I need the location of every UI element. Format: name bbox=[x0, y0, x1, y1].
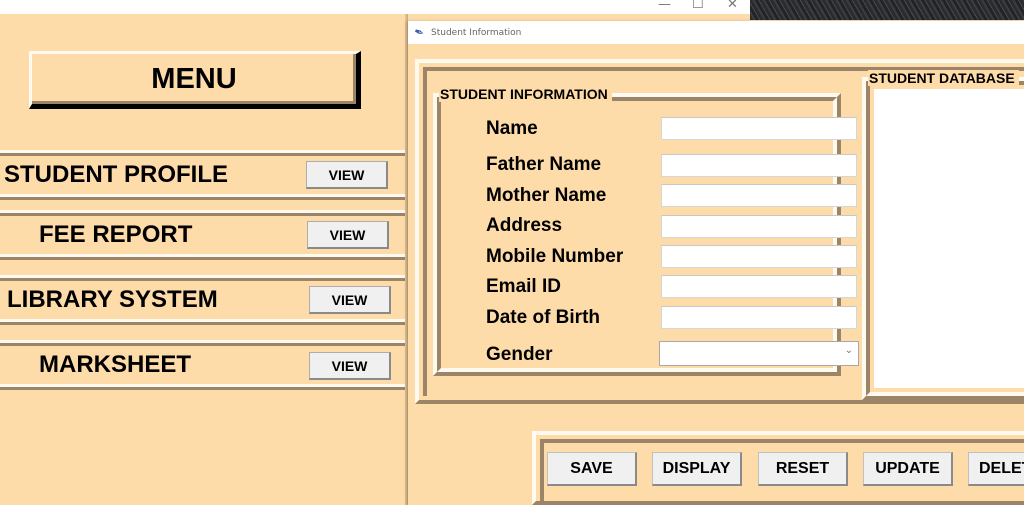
date-of-birth-label: Date of Birth bbox=[486, 307, 600, 328]
group-legend: STUDENT DATABASE bbox=[868, 70, 1019, 86]
background-window-titlebar: — ☐ ✕ bbox=[0, 0, 750, 14]
name-input[interactable] bbox=[661, 117, 857, 140]
menu-item-label: FEE REPORT bbox=[39, 221, 193, 248]
maximize-icon[interactable]: ☐ bbox=[692, 0, 704, 12]
window-titlebar[interactable]: ✒ Student Information bbox=[408, 21, 1024, 44]
student-database-list[interactable] bbox=[874, 89, 1024, 388]
date-of-birth-input[interactable] bbox=[661, 306, 857, 329]
menu-item-label: STUDENT PROFILE bbox=[4, 161, 229, 188]
gender-dropdown[interactable]: ⌄ bbox=[659, 341, 859, 366]
student-information-group: STUDENT INFORMATION Name Father Name Mot… bbox=[433, 86, 859, 376]
reset-button[interactable]: RESET bbox=[758, 452, 848, 486]
address-input[interactable] bbox=[661, 215, 857, 238]
father-name-input[interactable] bbox=[661, 154, 857, 177]
mother-name-label: Mother Name bbox=[486, 185, 607, 206]
menu-row-library-system: LIBRARY SYSTEM VIEW bbox=[0, 278, 405, 322]
address-label: Address bbox=[486, 215, 563, 236]
view-fee-report-button[interactable]: VIEW bbox=[307, 221, 389, 249]
email-id-label: Email ID bbox=[486, 276, 561, 297]
update-button[interactable]: UPDATE bbox=[863, 452, 953, 486]
student-database-group: STUDENT DATABASE bbox=[862, 70, 1024, 400]
menu-row-student-profile: STUDENT PROFILE VIEW bbox=[0, 153, 405, 197]
group-legend: STUDENT INFORMATION bbox=[439, 86, 612, 102]
display-button[interactable]: DISPLAY bbox=[652, 452, 742, 486]
mother-name-input[interactable] bbox=[661, 184, 857, 207]
chevron-down-icon[interactable]: ⌄ bbox=[845, 345, 853, 356]
menu-row-marksheet: MARKSHEET VIEW bbox=[0, 343, 405, 387]
action-button-frame: SAVE DISPLAY RESET UPDATE DELETE bbox=[532, 431, 1024, 505]
view-marksheet-button[interactable]: VIEW bbox=[309, 352, 391, 380]
window-title: Student Information bbox=[431, 27, 522, 38]
minimize-icon[interactable]: — bbox=[658, 0, 671, 12]
desktop-wallpaper bbox=[750, 0, 1024, 20]
menu-item-label: MARKSHEET bbox=[39, 351, 192, 378]
save-button[interactable]: SAVE bbox=[547, 452, 637, 486]
feather-icon: ✒ bbox=[412, 23, 427, 41]
email-id-input[interactable] bbox=[661, 275, 857, 298]
menu-title: MENU bbox=[29, 51, 361, 109]
name-label: Name bbox=[486, 118, 538, 139]
menu-row-fee-report: FEE REPORT VIEW bbox=[0, 213, 405, 257]
mobile-number-label: Mobile Number bbox=[486, 246, 624, 267]
view-student-profile-button[interactable]: VIEW bbox=[306, 161, 388, 189]
student-information-window: ✒ Student Information STUDENT INFORMATIO… bbox=[408, 21, 1024, 505]
close-icon[interactable]: ✕ bbox=[727, 0, 738, 12]
delete-button[interactable]: DELETE bbox=[968, 452, 1024, 486]
menu-item-label: LIBRARY SYSTEM bbox=[7, 286, 218, 313]
mobile-number-input[interactable] bbox=[661, 245, 857, 268]
father-name-label: Father Name bbox=[486, 154, 602, 175]
view-library-system-button[interactable]: VIEW bbox=[309, 286, 391, 314]
gender-label: Gender bbox=[486, 344, 553, 365]
